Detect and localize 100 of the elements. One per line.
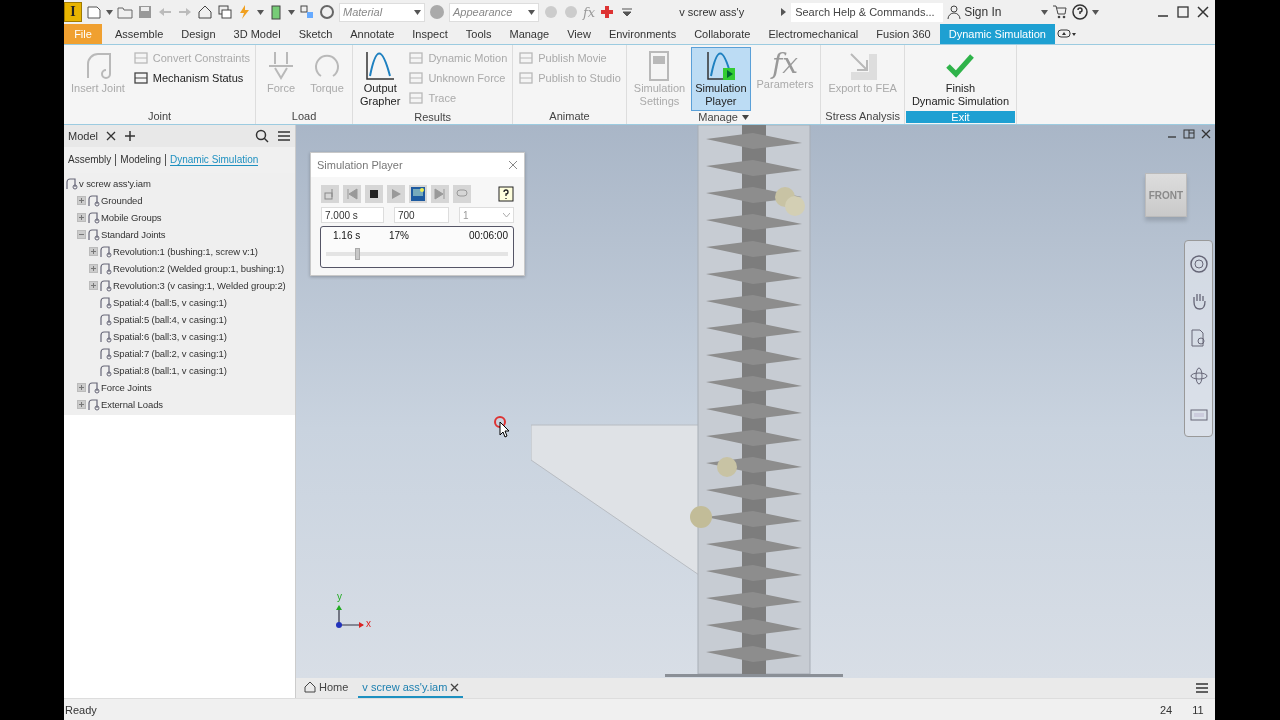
help-icon[interactable] xyxy=(1072,4,1089,20)
status-message: Ready xyxy=(65,703,97,716)
expand-toggle[interactable] xyxy=(89,247,98,256)
app-logo[interactable]: I xyxy=(64,2,82,22)
tree-item[interactable]: Standard Joints xyxy=(101,229,166,240)
steps-field[interactable]: 700 xyxy=(394,207,449,223)
ribbon-button[interactable]: Mechanism Status xyxy=(130,69,253,86)
caret-icon xyxy=(1041,9,1049,15)
ribbon-tab[interactable]: Design xyxy=(172,24,225,44)
document-tab[interactable]: Home xyxy=(300,678,353,698)
screen-icon xyxy=(411,187,425,201)
close-icon[interactable] xyxy=(1201,129,1211,139)
expand-toggle[interactable] xyxy=(89,264,98,273)
tree-item[interactable]: Spatial:6 (ball:3, v casing:1) xyxy=(113,331,227,342)
construct-icon xyxy=(324,188,336,200)
battery-icon[interactable] xyxy=(268,4,284,20)
ribbon-tab[interactable]: Collaborate xyxy=(685,24,760,44)
ribbon-tab[interactable]: 3D Model xyxy=(224,24,290,44)
caret-icon xyxy=(257,9,264,15)
mode-tab[interactable]: Assembly xyxy=(68,154,112,166)
dialog-title: Simulation Player xyxy=(317,159,403,171)
maximize-icon[interactable] xyxy=(1175,4,1191,20)
tree-item[interactable]: External Loads xyxy=(101,399,163,410)
ribbon-button[interactable]: Finish Dynamic Simulation xyxy=(907,47,1014,111)
user-icon xyxy=(947,5,962,19)
expand-toggle[interactable] xyxy=(77,383,86,392)
joint-icon xyxy=(87,398,100,411)
appearance-dropdown[interactable]: Appearance xyxy=(449,2,539,22)
rewind-icon xyxy=(346,188,358,200)
new-file-icon[interactable] xyxy=(86,4,102,20)
expand-toggle[interactable] xyxy=(77,400,86,409)
cart-icon[interactable] xyxy=(1052,4,1069,20)
ribbon-tab[interactable]: Electromechanical xyxy=(759,24,868,44)
menu-icon[interactable] xyxy=(277,129,291,143)
slider-thumb[interactable] xyxy=(354,248,360,260)
caret-icon xyxy=(106,9,113,15)
panel-title: Animate xyxy=(548,108,591,123)
menu-icon[interactable] xyxy=(1195,682,1209,694)
tree-item[interactable]: Revolution:1 (bushing:1, screw v:1) xyxy=(113,246,258,257)
expand-toggle[interactable] xyxy=(77,196,86,205)
ribbon-tab[interactable]: View xyxy=(558,24,600,44)
search-field[interactable]: Search Help & Commands... xyxy=(791,2,944,22)
close-icon[interactable] xyxy=(105,131,116,141)
ribbon-button[interactable]: Output Grapher xyxy=(356,47,405,111)
material-dropdown[interactable]: Material xyxy=(339,2,425,22)
loop-icon xyxy=(456,188,468,200)
ribbon-tab[interactable]: Sketch xyxy=(289,24,342,44)
panel-title[interactable]: Manage xyxy=(627,111,820,123)
sign-in-button[interactable]: Sign In xyxy=(947,5,1038,19)
ribbon-tab[interactable]: Fusion 360 xyxy=(867,24,940,44)
collapse-toggle[interactable] xyxy=(77,230,86,239)
tree-item[interactable]: Spatial:5 (ball:4, v casing:1) xyxy=(113,314,227,325)
ribbon-tab[interactable]: Inspect xyxy=(403,24,457,44)
end-time-field[interactable]: 7.000 s xyxy=(321,207,384,223)
tree-item[interactable]: Spatial:8 (ball:1, v casing:1) xyxy=(113,365,227,376)
tree-item[interactable]: Revolution:3 (v casing:1, Welded group:2) xyxy=(113,280,286,291)
browser-tab[interactable]: Model xyxy=(68,130,98,142)
stop-button[interactable] xyxy=(365,185,383,203)
tree-item[interactable]: Mobile Groups xyxy=(101,212,162,223)
folder-icon[interactable] xyxy=(117,4,133,20)
panel-title: Joint xyxy=(146,108,173,123)
sphere-icon[interactable] xyxy=(319,4,335,20)
tree-item[interactable]: Grounded xyxy=(101,195,143,206)
close-icon[interactable] xyxy=(1195,4,1211,20)
ribbon-tab[interactable]: Tools xyxy=(456,24,501,44)
ribbon-tab[interactable]: Annotate xyxy=(341,24,404,44)
tree-item[interactable]: Spatial:4 (ball:5, v casing:1) xyxy=(113,297,227,308)
axis-triad-icon xyxy=(335,603,365,629)
steering-wheel-icon[interactable] xyxy=(1188,253,1209,274)
loop-button[interactable] xyxy=(453,185,471,203)
save-icon[interactable] xyxy=(137,4,153,20)
screen-button[interactable] xyxy=(409,185,427,203)
joint-icon xyxy=(87,194,100,207)
status-value: 11 xyxy=(1191,703,1205,716)
joint-icon xyxy=(65,177,78,190)
plus-icon[interactable] xyxy=(123,130,136,142)
construct-button[interactable] xyxy=(321,185,339,203)
joint-icon xyxy=(99,347,112,360)
plus-icon[interactable] xyxy=(599,4,616,20)
home-icon[interactable] xyxy=(197,4,213,20)
tree-item[interactable]: Revolution:2 (Welded group:1, bushing:1) xyxy=(113,263,285,274)
tile-icon[interactable] xyxy=(1183,129,1195,139)
ribbon-tab[interactable]: Environments xyxy=(599,24,686,44)
tree-item[interactable]: Spatial:7 (ball:2, v casing:1) xyxy=(113,348,227,359)
ribbon-tab[interactable]: Manage xyxy=(500,24,559,44)
joint-icon xyxy=(99,330,112,343)
ribbon-tab[interactable]: Assemble xyxy=(106,24,173,44)
orbit-icon[interactable] xyxy=(1188,365,1209,386)
expand-toggle[interactable] xyxy=(77,213,86,222)
expand-toggle[interactable] xyxy=(89,281,98,290)
search-icon[interactable] xyxy=(255,129,269,143)
tree-item[interactable]: Force Joints xyxy=(101,382,152,393)
mode-tab[interactable]: Modeling xyxy=(120,154,161,166)
caret-icon xyxy=(288,9,295,15)
ribbon-button[interactable]: Simulation Player xyxy=(691,47,751,111)
graph-icon xyxy=(364,50,397,82)
close-icon[interactable] xyxy=(450,682,460,692)
help-icon[interactable] xyxy=(498,186,514,202)
tree-item[interactable]: v screw ass'y.iam xyxy=(79,178,151,189)
windows-icon[interactable] xyxy=(217,4,233,20)
